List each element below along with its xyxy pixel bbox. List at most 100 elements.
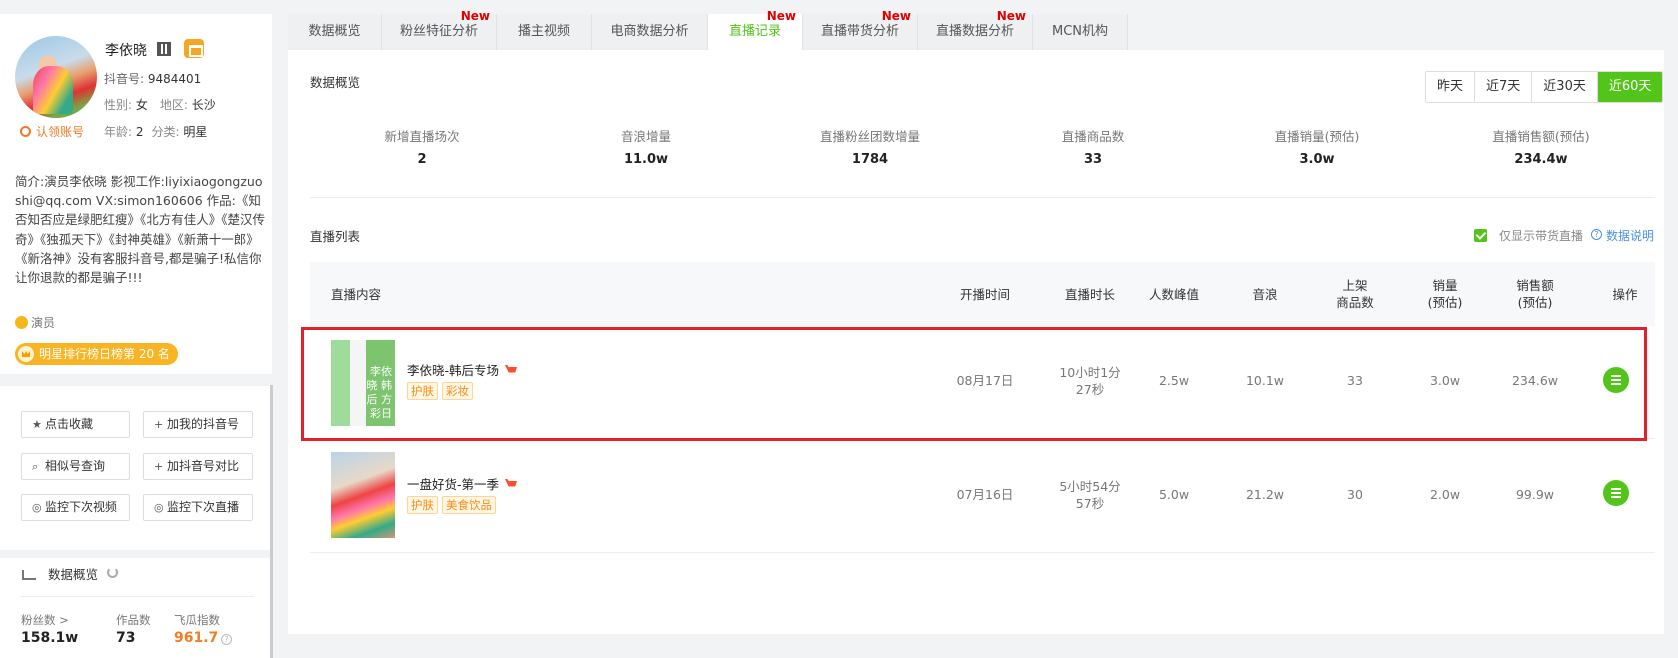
col-header: 操作	[1612, 286, 1638, 302]
tab-live-records[interactable]: 直播记录 New	[708, 9, 803, 50]
table-row[interactable]: 李依晓 韩后 方彩日 李依晓-韩后专场 护肤 彩妆 08月17日 10小时1分 2…	[310, 326, 1655, 439]
category-value: 明星	[183, 125, 208, 139]
compare-label: 加抖音号对比	[167, 459, 240, 473]
range-30d[interactable]: 近30天	[1532, 72, 1598, 102]
new-badge: New	[460, 9, 490, 23]
table-header: 直播内容 开播时间 直播时长 人数峰值 音浪 上架 商品数 销量 (预估) 销售…	[310, 262, 1655, 326]
add-mine-button[interactable]: + 加我的抖音号	[143, 411, 253, 438]
avatar	[15, 36, 97, 118]
eye-icon: ◎	[32, 501, 42, 514]
separator	[0, 550, 272, 558]
star-icon: ★	[32, 418, 42, 431]
kpi-value: 3.0w	[1299, 152, 1335, 167]
profile-sidebar: 李依晓 抖音号: 9484401 性别: 女地区: 长沙 认领账号 年龄: 2分…	[0, 14, 272, 658]
scrollbar[interactable]	[270, 385, 273, 658]
divider	[20, 596, 254, 597]
favorite-button[interactable]: ★ 点击收藏	[21, 411, 130, 438]
yinlang: 10.1w	[1245, 373, 1285, 388]
rank-badge[interactable]: 明星排行榜日榜第 20 名	[15, 343, 178, 365]
start-time: 08月17日	[956, 373, 1014, 388]
tab-fans[interactable]: 粉丝特征分析 New	[382, 9, 497, 50]
help-icon[interactable]: ?	[1591, 229, 1602, 240]
live-title[interactable]: 一盘好货-第一季 护肤 美食饮品	[407, 474, 518, 514]
compare-button[interactable]: + 加抖音号对比	[143, 453, 253, 480]
tag-group: 护肤 彩妆	[407, 382, 517, 400]
verified-icon	[15, 316, 28, 329]
only-sales-checkbox[interactable]	[1474, 229, 1487, 242]
refresh-icon[interactable]	[107, 567, 118, 578]
monitor-video-label: 监控下次视频	[45, 500, 118, 514]
douyin-id: 抖音号: 9484401	[104, 70, 201, 87]
tab-videos[interactable]: 播主视频	[497, 14, 592, 50]
peak-viewers: 5.0w	[1158, 487, 1190, 502]
col-header: 销售额 (预估)	[1516, 278, 1554, 310]
similar-label: 相似号查询	[45, 459, 106, 473]
kpi-label: 音浪增量	[620, 129, 671, 144]
kpi-value: 234.4w	[1514, 152, 1568, 167]
works-label: 作品数	[116, 613, 151, 627]
tab-ecommerce[interactable]: 电商数据分析	[592, 14, 708, 50]
live-thumbnail[interactable]: 李依晓 韩后 方彩日	[331, 340, 395, 426]
live-thumbnail[interactable]	[331, 452, 395, 538]
similar-search-button[interactable]: ⌕ 相似号查询	[21, 453, 130, 480]
fans-value: 158.1w	[21, 630, 79, 646]
kpi-value: 1784	[851, 152, 889, 167]
age-category: 年龄: 2 分类: 明星	[104, 123, 215, 140]
verified-label: 演员	[31, 316, 56, 330]
range-60d[interactable]: 近60天	[1597, 72, 1663, 102]
help-icon[interactable]: ?	[221, 634, 232, 645]
new-badge: New	[996, 9, 1026, 23]
tab-label: 数据概览	[308, 24, 361, 39]
tab-live-sales[interactable]: 直播带货分析 New	[803, 9, 918, 50]
claim-label: 认领账号	[36, 125, 85, 139]
profile-bio: 简介:演员李依晓 影视工作:liyixiaogongzuoshi@qq.com …	[15, 174, 266, 286]
revenue: 234.6w	[1511, 373, 1558, 388]
kpi-label: 直播销售额(预估)	[1492, 129, 1590, 144]
gender-region: 性别: 女地区: 长沙	[104, 96, 228, 113]
category-tag: 护肤	[407, 496, 438, 514]
tab-mcn[interactable]: MCN机构	[1033, 14, 1128, 50]
kpi-label: 直播销量(预估)	[1274, 129, 1360, 144]
monitor-live-button[interactable]: ◎ 监控下次直播	[143, 494, 253, 521]
crown-icon	[18, 346, 34, 362]
detail-list-icon[interactable]	[1603, 367, 1629, 393]
live-title-text: 一盘好货-第一季	[407, 477, 500, 492]
separator	[0, 374, 272, 386]
tab-overview[interactable]: 数据概览	[288, 14, 382, 50]
tab-label: 电商数据分析	[610, 24, 689, 39]
monitor-video-button[interactable]: ◎ 监控下次视频	[21, 494, 130, 521]
new-badge: New	[766, 9, 796, 23]
range-7d[interactable]: 近7天	[1475, 72, 1533, 102]
date-range-selector: 昨天 近7天 近30天 近60天	[1425, 71, 1664, 103]
cart-icon	[505, 365, 518, 373]
live-title-text: 李依晓-韩后专场	[407, 363, 500, 378]
col-header: 销量 (预估)	[1427, 278, 1463, 310]
live-title[interactable]: 李依晓-韩后专场 护肤 彩妆	[407, 360, 518, 400]
tab-label: 直播数据分析	[935, 24, 1014, 39]
col-header: 直播内容	[331, 286, 382, 302]
only-sales-label[interactable]: 仅显示带货直播	[1499, 227, 1583, 244]
detail-list-icon[interactable]	[1603, 480, 1629, 506]
summary-title: 数据概览	[310, 75, 361, 90]
rank-badge-label: 明星排行榜日榜第 20 名	[39, 347, 170, 361]
index-label: 飞瓜指数	[174, 613, 220, 627]
kpi-value: 33	[1083, 152, 1103, 167]
douyin-id-value: 9484401	[147, 72, 202, 86]
gender-value: 女	[135, 98, 148, 112]
data-info-link[interactable]: 数据说明	[1606, 227, 1654, 244]
qr-code-icon[interactable]	[157, 42, 171, 56]
gender-label: 性别:	[104, 98, 133, 112]
range-yesterday[interactable]: 昨天	[1426, 72, 1476, 102]
claim-account-link[interactable]: 认领账号	[20, 123, 84, 140]
overview-title: 数据概览	[48, 567, 99, 582]
shop-icon[interactable]	[184, 39, 204, 58]
fans-label[interactable]: 粉丝数 >	[21, 612, 69, 628]
tab-label: 播主视频	[517, 24, 570, 39]
sales: 3.0w	[1429, 373, 1461, 388]
revenue: 99.9w	[1515, 487, 1555, 502]
eye-icon: ◎	[154, 501, 164, 514]
region-label: 地区:	[159, 98, 188, 112]
table-row[interactable]: 一盘好货-第一季 护肤 美食饮品 07月16日 5小时54分 57秒 5.0w 2…	[310, 439, 1655, 553]
goods-count: 33	[1347, 373, 1363, 388]
tab-live-data[interactable]: 直播数据分析 New	[918, 9, 1033, 50]
